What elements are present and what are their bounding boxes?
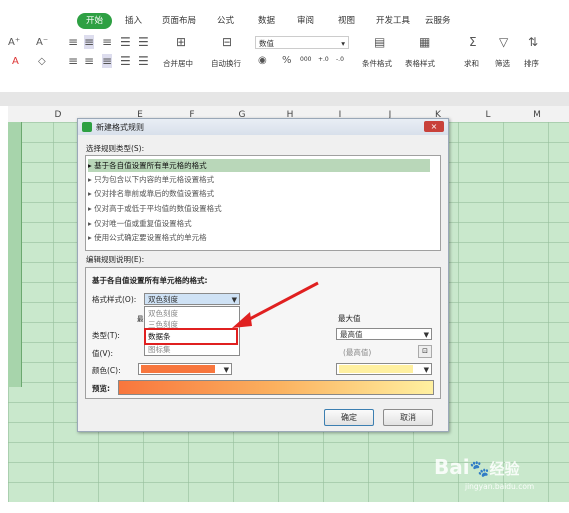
watermark-brand: Bai🐾经验 xyxy=(434,455,520,479)
arrow-head xyxy=(232,312,252,328)
watermark-url: jingyan.baidu.com xyxy=(465,482,535,491)
arrow-shaft xyxy=(243,281,319,324)
annotation-arrow xyxy=(232,281,319,328)
